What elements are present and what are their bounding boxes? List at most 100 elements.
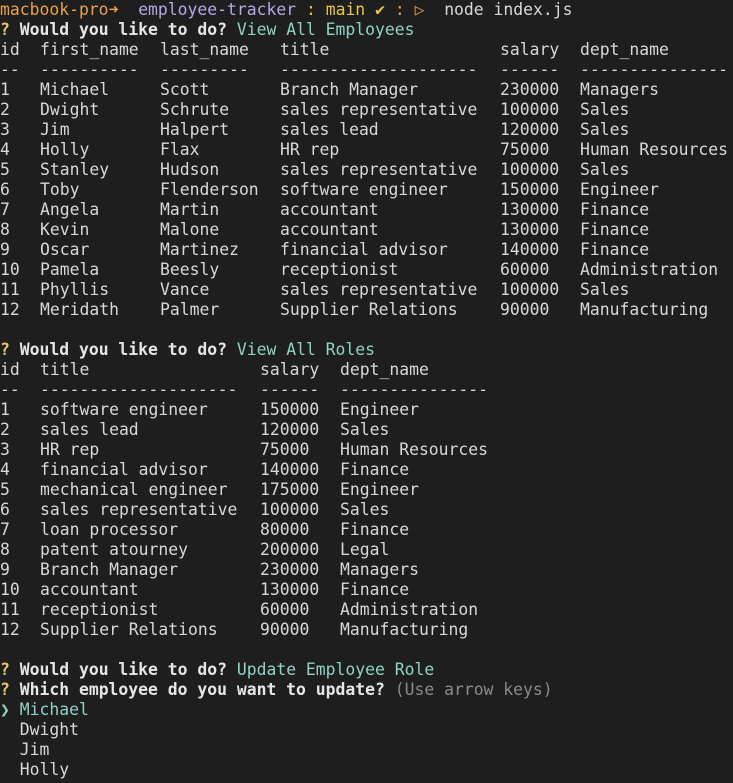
table-cell: accountant bbox=[280, 220, 379, 239]
table-cell: Stanley bbox=[40, 160, 110, 179]
table-cell: 100000 bbox=[500, 160, 560, 179]
table-cell: 1 bbox=[0, 400, 10, 419]
table-header-cell: dept_name bbox=[580, 40, 669, 59]
table-row: 1 software engineer 150000 Engineer bbox=[0, 400, 733, 420]
choice-item[interactable]: Dwight bbox=[0, 720, 733, 740]
table-cell: Jim bbox=[40, 120, 70, 139]
table-header-cell: first_name bbox=[40, 40, 139, 59]
table-cell: 230000 bbox=[260, 560, 320, 579]
table-cell: Michael bbox=[40, 80, 110, 99]
question-mark-icon: ? bbox=[0, 340, 10, 359]
table-cell: 8 bbox=[0, 540, 10, 559]
table-row: 4 Holly Flax HR rep 75000 Human Resources bbox=[0, 140, 733, 160]
prompt-branch: main bbox=[325, 0, 366, 19]
table-cell: Human Resources bbox=[580, 140, 729, 159]
choice-item[interactable]: Holly bbox=[0, 760, 733, 780]
table-divider-row: ----------------------------------------… bbox=[0, 60, 733, 80]
table-cell: 175000 bbox=[260, 480, 320, 499]
table-cell: 150000 bbox=[500, 180, 560, 199]
table-header-cell: dept_name bbox=[340, 360, 429, 379]
choice-item[interactable]: Jim bbox=[0, 740, 733, 760]
table-row: 12 Meridath Palmer Supplier Relations 90000 M… bbox=[0, 300, 733, 320]
table-cell: Meridath bbox=[40, 300, 119, 319]
table-cell: 11 bbox=[0, 280, 20, 299]
table-cell: Supplier Relations bbox=[40, 620, 218, 639]
table-divider-row: ----------------------------------------… bbox=[0, 380, 733, 400]
table-cell: Engineer bbox=[340, 480, 419, 499]
choice-label: Michael bbox=[19, 700, 89, 719]
table-cell: Martinez bbox=[160, 240, 239, 259]
table-cell: sales lead bbox=[280, 120, 379, 139]
table-cell: 2 bbox=[0, 100, 10, 119]
table-cell: Managers bbox=[340, 560, 419, 579]
question-text: Would you like to do? bbox=[19, 340, 227, 359]
table-cell: Manufacturing bbox=[580, 300, 709, 319]
table-cell: 11 bbox=[0, 600, 20, 619]
table-row: 2 sales lead 120000 Sales bbox=[0, 420, 733, 440]
terminal-window[interactable]: macbook-pro➜ employee-tracker : main ✔ :… bbox=[0, 0, 733, 783]
table-cell: Malone bbox=[160, 220, 220, 239]
table-cell: Branch Manager bbox=[40, 560, 179, 579]
table-row: 3 HR rep 75000 Human Resources bbox=[0, 440, 733, 460]
table-cell: 130000 bbox=[500, 220, 560, 239]
table-cell: Palmer bbox=[160, 300, 220, 319]
table-cell: Beesly bbox=[160, 260, 220, 279]
table-cell: HR rep bbox=[280, 140, 340, 159]
table-row: 10 Pamela Beesly receptionist 60000 Administr… bbox=[0, 260, 733, 280]
question-line: ? Would you like to do? View All Employe… bbox=[0, 20, 733, 40]
table-row: 7 Angela Martin accountant 130000 Finance bbox=[0, 200, 733, 220]
table-cell: receptionist bbox=[40, 600, 159, 619]
table-cell: 1 bbox=[0, 80, 10, 99]
table-cell: 200000 bbox=[260, 540, 320, 559]
roles-table: id title salary dept_name -- ----------------… bbox=[0, 360, 733, 640]
question-line: ? Would you like to do? View All Roles bbox=[0, 340, 733, 360]
table-cell: Phyllis bbox=[40, 280, 110, 299]
table-cell: Administration bbox=[580, 260, 719, 279]
table-cell: software engineer bbox=[280, 180, 448, 199]
table-cell: 9 bbox=[0, 560, 10, 579]
choice-label: Holly bbox=[19, 760, 70, 779]
table-cell: 150000 bbox=[260, 400, 320, 419]
table-row: 5 mechanical engineer 175000 Engineer bbox=[0, 480, 733, 500]
table-cell: accountant bbox=[40, 580, 139, 599]
table-cell: 100000 bbox=[500, 280, 560, 299]
table-row: 8 Kevin Malone accountant 130000 Finance bbox=[0, 220, 733, 240]
table-cell: financial advisor bbox=[280, 240, 448, 259]
table-cell: 120000 bbox=[500, 120, 560, 139]
table-cell: loan processor bbox=[40, 520, 179, 539]
prompt-host: macbook-pro bbox=[0, 0, 109, 19]
table-cell: Finance bbox=[340, 520, 410, 539]
table-cell: 60000 bbox=[260, 600, 310, 619]
table-cell: 90000 bbox=[260, 620, 310, 639]
table-cell: Halpert bbox=[160, 120, 230, 139]
table-cell: 7 bbox=[0, 520, 10, 539]
table-cell: Engineer bbox=[580, 180, 659, 199]
table-header-cell: salary bbox=[500, 40, 560, 59]
table-cell: Sales bbox=[580, 160, 630, 179]
table-cell: 12 bbox=[0, 300, 20, 319]
table-header-cell: title bbox=[40, 360, 90, 379]
table-cell: 230000 bbox=[500, 80, 560, 99]
question-line: ? Which employee do you want to update? … bbox=[0, 680, 733, 700]
table-cell: 75000 bbox=[260, 440, 310, 459]
table-cell: 9 bbox=[0, 240, 10, 259]
table-cell: 5 bbox=[0, 160, 10, 179]
table-cell: mechanical engineer bbox=[40, 480, 228, 499]
table-cell: 3 bbox=[0, 120, 10, 139]
table-header-cell: title bbox=[280, 40, 330, 59]
table-cell: Finance bbox=[580, 240, 650, 259]
choice-item-selected[interactable]: ❯ Michael bbox=[0, 700, 733, 720]
table-cell: Pamela bbox=[40, 260, 100, 279]
table-cell: Sales bbox=[340, 500, 390, 519]
table-header-cell: salary bbox=[260, 360, 320, 379]
table-row: 10 accountant 130000 Finance bbox=[0, 580, 733, 600]
table-cell: 130000 bbox=[260, 580, 320, 599]
table-row: 12 Supplier Relations 90000 Manufacturing bbox=[0, 620, 733, 640]
prompt-git-separator: : bbox=[305, 0, 316, 19]
table-cell: Flenderson bbox=[160, 180, 259, 199]
question-text: Which employee do you want to update? bbox=[19, 680, 385, 699]
table-cell: 6 bbox=[0, 180, 10, 199]
table-cell: Sales bbox=[580, 280, 630, 299]
table-cell: Engineer bbox=[340, 400, 419, 419]
table-row: 3 Jim Halpert sales lead 120000 Sales bbox=[0, 120, 733, 140]
